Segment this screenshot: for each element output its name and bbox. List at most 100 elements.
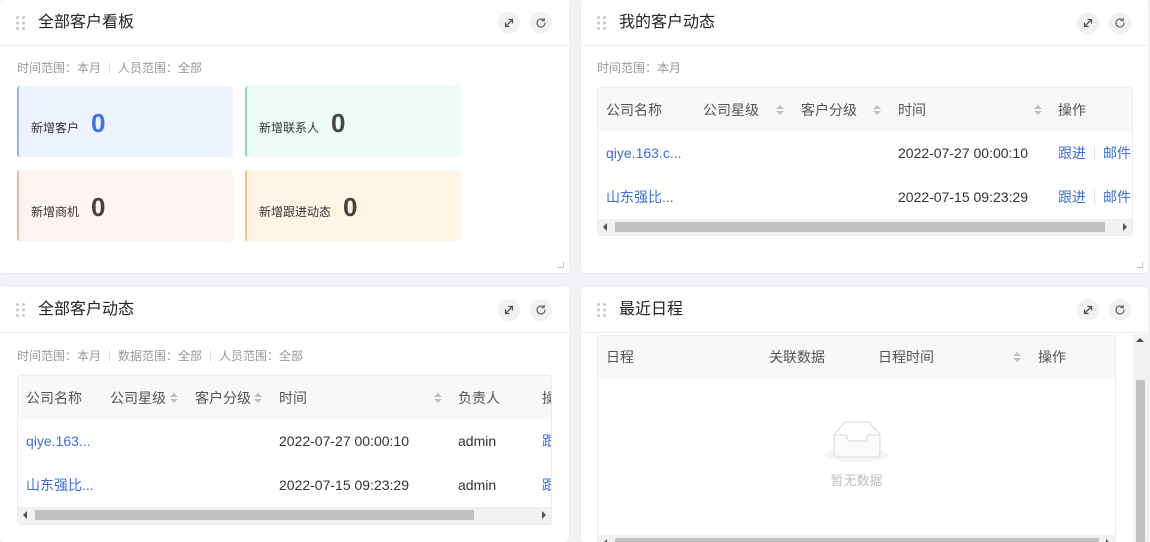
table-row: qiye.163.c... 2022-07-27 00:00:10 跟进 邮件 [598, 131, 1132, 175]
refresh-button[interactable] [1109, 12, 1131, 34]
scroll-left-icon[interactable] [603, 223, 607, 231]
company-link[interactable]: qiye.163... [26, 433, 91, 449]
expand-button[interactable] [1077, 299, 1099, 321]
column-label: 关联数据 [769, 349, 825, 365]
column-company-star[interactable]: 公司星级 [102, 376, 187, 419]
resize-handle-icon[interactable] [1137, 262, 1143, 268]
empty-text: 暂无数据 [830, 473, 883, 488]
column-label: 公司星级 [703, 101, 759, 118]
column-related-data: 关联数据 [761, 336, 870, 378]
filter-summary: 时间范围：本月 数据范围：全部 人员范围：全部 [17, 348, 303, 364]
column-time[interactable]: 时间 [890, 88, 1050, 131]
card-title: 最近日程 [619, 301, 684, 318]
column-schedule-time[interactable]: 日程时间 [870, 336, 1030, 378]
actions-cell: 跟进 邮件 [1050, 131, 1132, 175]
follow-up-link[interactable]: 跟进 [1058, 143, 1086, 163]
refresh-icon [1115, 304, 1125, 315]
drag-handle-icon[interactable] [597, 303, 606, 317]
stat-content: 新增跟进动态 0 [259, 192, 357, 222]
column-actions: 操作 [1030, 336, 1115, 378]
sort-icon[interactable] [170, 392, 178, 404]
refresh-button[interactable] [530, 299, 552, 321]
drag-handle-icon[interactable] [16, 16, 25, 30]
resize-handle-icon[interactable] [558, 262, 564, 268]
column-label: 公司星级 [110, 389, 166, 406]
column-label: 时间 [898, 101, 926, 118]
horizontal-scrollbar[interactable] [18, 507, 551, 524]
company-cell: qiye.163... [18, 419, 102, 463]
scrollbar-thumb[interactable] [1136, 380, 1145, 542]
customer-level-cell [793, 175, 890, 219]
stat-new-contacts[interactable]: 新增联系人 0 [245, 86, 461, 157]
table-header-row: 日程 关联数据 日程时间 操作 [598, 336, 1115, 378]
email-link[interactable]: 邮件 [1103, 143, 1131, 163]
expand-button[interactable] [1077, 12, 1099, 34]
column-company-star[interactable]: 公司星级 [695, 88, 793, 131]
owner-cell: admin [450, 463, 534, 507]
empty-inbox-icon [824, 421, 889, 462]
expand-icon [504, 18, 514, 28]
follow-up-link[interactable]: 跟进 [1058, 187, 1086, 207]
action-divider [1094, 146, 1095, 160]
table-header-row: 公司名称 公司星级 客户分级 时间 操作 [598, 88, 1132, 131]
column-company-name: 公司名称 [598, 88, 695, 131]
scrollbar-thumb[interactable] [615, 538, 1099, 542]
table-row: 山东强比... 2022-07-15 09:23:29 跟进 邮件 [598, 175, 1132, 219]
action-divider [1094, 190, 1095, 204]
column-label: 公司名称 [26, 389, 82, 406]
follow-up-link[interactable]: 跟 [542, 431, 551, 451]
scroll-right-icon[interactable] [542, 511, 546, 519]
follow-up-link[interactable]: 跟 [542, 475, 551, 495]
table-header-row: 公司名称 公司星级 客户分级 时间 负责人 操 [18, 376, 551, 419]
time-cell: 2022-07-27 00:00:10 [271, 419, 450, 463]
scrollbar-thumb[interactable] [615, 222, 1105, 232]
column-customer-level[interactable]: 客户分级 [187, 376, 271, 419]
stat-new-opportunities[interactable]: 新增商机 0 [17, 170, 233, 241]
drag-handle-icon[interactable] [16, 303, 25, 317]
data-range-filter: 数据范围：全部 [118, 349, 203, 363]
company-link[interactable]: 山东强比... [26, 475, 94, 495]
horizontal-scrollbar[interactable] [598, 219, 1132, 235]
card-title: 我的客户动态 [619, 14, 716, 31]
expand-icon [1083, 305, 1093, 315]
sort-icon[interactable] [254, 392, 262, 404]
sort-icon[interactable] [1013, 351, 1021, 363]
sort-icon[interactable] [776, 104, 784, 116]
stat-new-followups[interactable]: 新增跟进动态 0 [245, 170, 461, 241]
card-title: 全部客户动态 [38, 301, 135, 318]
column-customer-level[interactable]: 客户分级 [793, 88, 890, 131]
refresh-button[interactable] [1109, 299, 1131, 321]
refresh-button[interactable] [530, 12, 552, 34]
card-header: 我的客户动态 [581, 0, 1148, 46]
scroll-right-icon[interactable] [1123, 223, 1127, 231]
company-star-cell [695, 175, 793, 219]
scrollbar-thumb[interactable] [35, 510, 474, 520]
actions-cell: 跟进 邮件 [1050, 175, 1132, 219]
column-time[interactable]: 时间 [271, 376, 450, 419]
refresh-icon [536, 17, 546, 28]
vertical-scrollbar[interactable] [1133, 334, 1148, 542]
scroll-up-icon[interactable] [1136, 338, 1144, 342]
my-customer-activity-card: 我的客户动态 时间范围：本月 公司名称 公司星级 客户分级 时间 操作 qiye… [581, 0, 1148, 273]
sort-icon[interactable] [1034, 104, 1042, 116]
company-cell: 山东强比... [598, 175, 695, 219]
column-owner: 负责人 [450, 376, 534, 419]
table-row: 山东强比... 2022-07-15 09:23:29 admin 跟 [18, 463, 551, 507]
company-link[interactable]: qiye.163.c... [606, 145, 682, 161]
sort-icon[interactable] [873, 104, 881, 116]
drag-handle-icon[interactable] [597, 16, 606, 30]
activity-time: 2022-07-27 00:00:10 [898, 145, 1028, 161]
company-link[interactable]: 山东强比... [606, 187, 674, 207]
sort-icon[interactable] [434, 392, 442, 404]
company-cell: qiye.163.c... [598, 131, 695, 175]
scroll-left-icon[interactable] [23, 511, 27, 519]
horizontal-scrollbar[interactable] [598, 535, 1115, 542]
expand-button[interactable] [498, 299, 520, 321]
stat-new-customers[interactable]: 新增客户 0 [17, 86, 233, 157]
recent-schedule-card: 最近日程 日程 关联数据 日程时间 操作 暂无数据 [581, 287, 1148, 542]
stat-value: 0 [91, 108, 106, 138]
column-label: 操 [542, 388, 551, 408]
customer-level-cell [187, 419, 271, 463]
email-link[interactable]: 邮件 [1103, 187, 1131, 207]
expand-button[interactable] [498, 12, 520, 34]
